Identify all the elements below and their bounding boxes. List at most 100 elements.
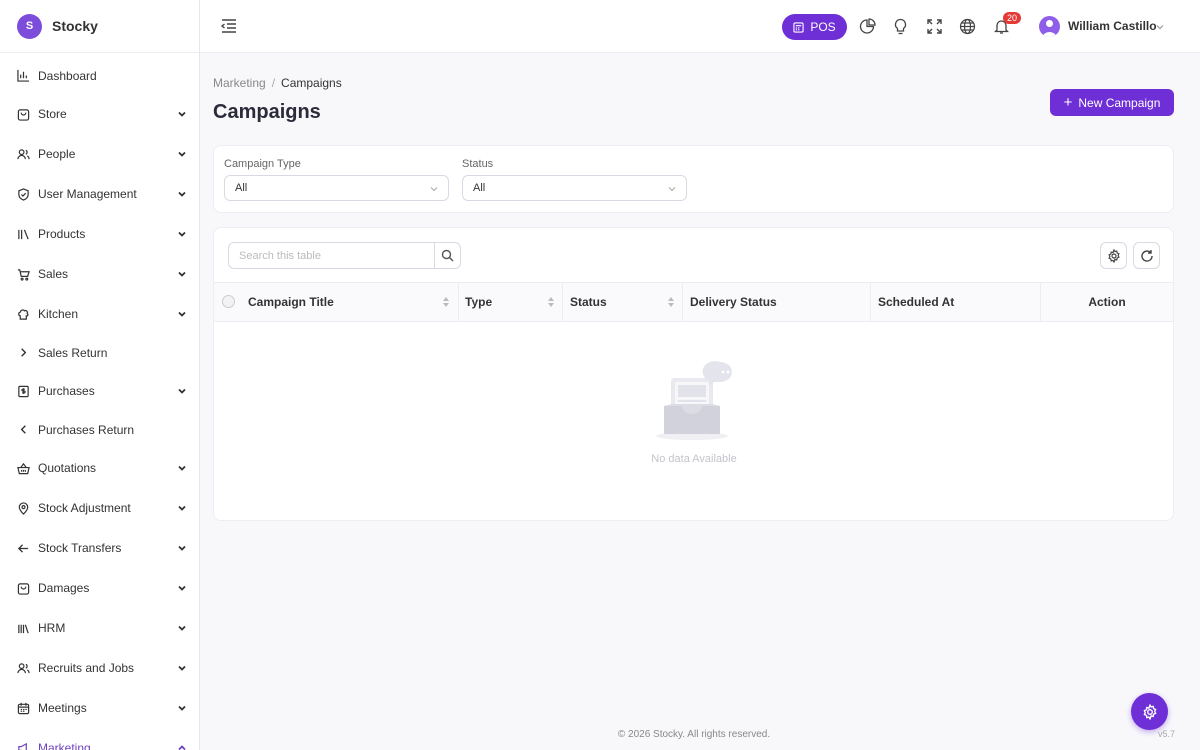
column-settings-button[interactable] — [1100, 242, 1127, 269]
column-header-delivery-status[interactable]: Delivery Status — [682, 283, 870, 321]
sidebar-item-purchases[interactable]: Purchases — [0, 371, 199, 411]
chevron-left-icon — [16, 423, 30, 437]
sidebar-item-sales-return[interactable]: Sales Return — [0, 334, 199, 371]
chevron-down-icon — [178, 505, 186, 511]
sidebar-item-label: People — [38, 147, 76, 161]
search-icon — [441, 249, 454, 262]
chevron-down-icon[interactable] — [1155, 22, 1165, 32]
menu-toggle-icon[interactable] — [220, 17, 238, 35]
new-campaign-label: New Campaign — [1078, 95, 1161, 110]
sidebar-item-recruits-and-jobs[interactable]: Recruits and Jobs — [0, 648, 199, 688]
refresh-button[interactable] — [1133, 242, 1160, 269]
status-filter: Status All — [462, 158, 687, 201]
breadcrumb-parent[interactable]: Marketing — [213, 76, 266, 90]
column-header-action: Action — [1040, 283, 1173, 321]
chevron-down-icon — [430, 187, 438, 192]
sidebar-item-damages[interactable]: Damages — [0, 568, 199, 608]
pos-button[interactable]: POS — [782, 14, 847, 40]
chevron-down-icon — [668, 187, 676, 192]
empty-inbox-icon — [656, 361, 735, 440]
sidebar-item-label: Purchases — [38, 384, 95, 398]
version-label: v5.7 — [1158, 729, 1176, 739]
column-header-status[interactable]: Status — [562, 283, 682, 321]
sidebar-item-stock-transfers[interactable]: Stock Transfers — [0, 528, 199, 568]
sort-icon[interactable] — [442, 296, 450, 308]
brand-logo-icon: S — [17, 13, 42, 39]
sidebar-item-marketing[interactable]: Marketing — [0, 728, 199, 750]
column-label: Campaign Title — [248, 295, 334, 309]
column-label: Status — [570, 295, 607, 309]
sidebar-item-dashboard[interactable]: Dashboard — [0, 57, 199, 94]
new-campaign-button[interactable]: + New Campaign — [1050, 89, 1174, 116]
sidebar-item-quotations[interactable]: Quotations — [0, 448, 199, 488]
column-header-scheduled-at[interactable]: Scheduled At — [870, 283, 1040, 321]
recruit-icon — [16, 661, 30, 675]
fullscreen-icon[interactable] — [926, 18, 943, 35]
calendar-icon — [16, 701, 30, 715]
shield-icon — [16, 187, 30, 201]
campaign-type-value: All — [235, 182, 248, 194]
damage-bag-icon — [16, 581, 30, 595]
chevron-down-icon — [178, 665, 186, 671]
globe-icon[interactable] — [959, 18, 976, 35]
pie-chart-icon[interactable] — [859, 18, 876, 35]
receipt-icon — [16, 384, 30, 398]
avatar[interactable] — [1039, 16, 1060, 37]
sidebar-item-kitchen[interactable]: Kitchen — [0, 294, 199, 334]
chevron-down-icon — [178, 705, 186, 711]
gear-icon — [1142, 703, 1157, 720]
empty-state: No data Available — [634, 358, 754, 465]
sidebar-item-label: Quotations — [38, 461, 97, 475]
sidebar-item-products[interactable]: Products — [0, 214, 199, 254]
megaphone-icon — [16, 741, 30, 750]
refresh-icon — [1140, 249, 1153, 262]
sidebar-item-label: Stock Adjustment — [38, 501, 131, 515]
sidebar-item-hrm[interactable]: HRM — [0, 608, 199, 648]
arrow-left-icon — [16, 541, 30, 555]
sort-icon[interactable] — [667, 296, 675, 308]
sidebar-item-stock-adjustment[interactable]: Stock Adjustment — [0, 488, 199, 528]
search-button[interactable] — [434, 243, 460, 268]
search-input[interactable] — [229, 243, 434, 268]
people-icon — [16, 147, 30, 161]
breadcrumb-current: Campaigns — [281, 76, 342, 90]
sidebar-item-sales[interactable]: Sales — [0, 254, 199, 294]
sidebar-item-people[interactable]: People — [0, 134, 199, 174]
bar-chart-icon — [16, 69, 30, 83]
user-name[interactable]: William Castillo — [1068, 19, 1157, 33]
chevron-down-icon — [178, 191, 186, 197]
table-header: Campaign Title Type Status Delivery Stat… — [214, 282, 1173, 322]
sidebar-item-label: Dashboard — [38, 68, 97, 83]
customizer-button[interactable] — [1131, 693, 1168, 730]
sidebar-item-user-management[interactable]: User Management — [0, 174, 199, 214]
chevron-right-icon — [16, 346, 30, 360]
sidebar-item-purchases-return[interactable]: Purchases Return — [0, 411, 199, 448]
chevron-up-icon — [178, 745, 186, 750]
column-header-campaign-title[interactable]: Campaign Title — [248, 283, 458, 321]
campaign-type-filter: Campaign Type All — [224, 158, 449, 201]
brand-logo-letter: S — [25, 20, 34, 32]
status-value: All — [473, 182, 486, 194]
sidebar-nav: Dashboard Store People User Management P… — [0, 53, 199, 750]
chevron-down-icon — [178, 271, 186, 277]
select-all-checkbox[interactable] — [222, 295, 235, 308]
column-label: Type — [465, 295, 493, 309]
status-select[interactable]: All — [462, 175, 687, 201]
lightbulb-icon[interactable] — [892, 18, 909, 35]
pos-terminal-icon — [793, 21, 804, 33]
sidebar-item-meetings[interactable]: Meetings — [0, 688, 199, 728]
books-icon — [16, 227, 30, 241]
notification-badge: 20 — [1003, 12, 1022, 24]
sidebar-item-store[interactable]: Store — [0, 94, 199, 134]
breadcrumb-separator: / — [271, 76, 276, 90]
sidebar-item-label: HRM — [38, 621, 66, 635]
sidebar-item-label: Store — [38, 107, 67, 121]
sidebar-item-label: Kitchen — [38, 307, 79, 321]
brand-name: Stocky — [52, 18, 98, 34]
cart-icon — [16, 267, 30, 281]
chevron-down-icon — [178, 388, 186, 394]
sort-icon[interactable] — [547, 296, 555, 308]
brand[interactable]: S Stocky — [0, 0, 199, 53]
campaign-type-select[interactable]: All — [224, 175, 449, 201]
pos-label: POS — [810, 20, 836, 34]
